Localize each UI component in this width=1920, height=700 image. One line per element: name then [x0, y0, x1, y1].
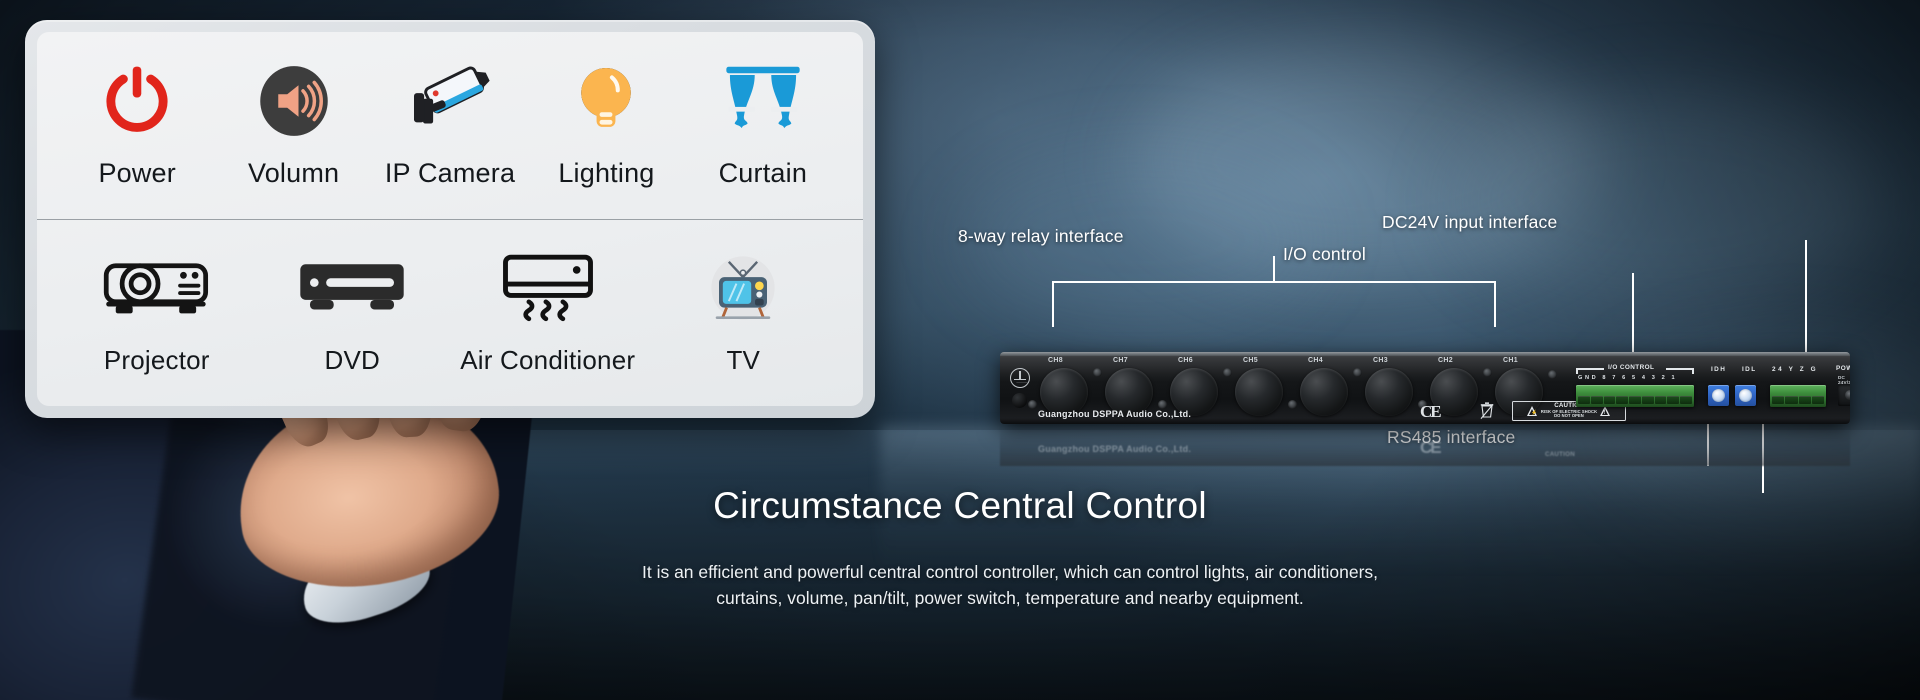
- broadcast-code-switch-idh[interactable]: [1708, 385, 1729, 406]
- ce-mark-icon: CE: [1420, 402, 1442, 421]
- ground-screw-hole: [1012, 393, 1027, 408]
- brand-text: Guangzhou DSPPA Audio Co.,Ltd.: [1038, 409, 1192, 419]
- device-front-panel: CH8 CH7 CH6 CH5 CH4 CH3 CH2 CH1 Guangzho…: [1000, 352, 1850, 424]
- control-item-label: Air Conditioner: [460, 345, 636, 376]
- callout-relay-stem: [1273, 256, 1275, 282]
- curtain-icon: [724, 62, 802, 140]
- io-pin-numbers: GND 8 7 6 5 4 3 2 1: [1578, 375, 1678, 381]
- ground-symbol-icon: [1010, 368, 1030, 388]
- control-item-label: TV: [726, 345, 761, 376]
- control-item-dvd[interactable]: DVD: [255, 249, 451, 376]
- panel-screw: [1483, 368, 1492, 377]
- page-title: Circumstance Central Control: [713, 485, 1207, 526]
- control-row-2: Projector DVD Air Conditioner TV: [37, 220, 863, 407]
- io-terminal-block[interactable]: [1576, 385, 1694, 407]
- callout-relay-bracket-right: [1494, 281, 1496, 327]
- idh-label: IDH: [1711, 366, 1727, 373]
- light-bulb-icon: [573, 62, 639, 140]
- control-item-lighting[interactable]: Lighting: [528, 62, 684, 189]
- panel-screw: [1223, 368, 1232, 377]
- terminal-pins: [1578, 396, 1693, 404]
- relay-knob[interactable]: [1365, 368, 1413, 416]
- panel-screw: [1158, 400, 1167, 409]
- channel-label: CH5: [1243, 357, 1258, 364]
- io-control-heading: I/O CONTROL: [1608, 364, 1655, 371]
- panel-screw: [1028, 400, 1037, 409]
- channel-label: CH1: [1503, 357, 1518, 364]
- page-description: It is an efficient and powerful central …: [641, 562, 1379, 608]
- callout-relay-label: 8-way relay interface: [958, 226, 1124, 246]
- device-reflection: Guangzhou DSPPA Audio Co.,Ltd. CE CAUTIO…: [1000, 426, 1850, 466]
- volume-icon: [258, 62, 330, 140]
- dc24v-power-jack[interactable]: [1838, 385, 1850, 406]
- control-item-label: Projector: [103, 345, 210, 376]
- io-bracket-left: [1576, 368, 1604, 370]
- panel-screw: [1353, 368, 1362, 377]
- caution-line-3: DO NOT OPEN: [1554, 413, 1584, 419]
- promo-banner: Power Volumn IP Camera Lighting Curtain …: [0, 0, 1920, 700]
- relay-knob[interactable]: [1235, 368, 1283, 416]
- control-item-label: DVD: [324, 345, 380, 376]
- reflected-brand-text: Guangzhou DSPPA Audio Co.,Ltd.: [1038, 444, 1192, 454]
- control-panel-grid: Power Volumn IP Camera Lighting Curtain …: [37, 32, 863, 406]
- tv-icon: [707, 249, 779, 327]
- idl-label: IDL: [1742, 366, 1757, 373]
- control-item-label: Lighting: [558, 157, 655, 188]
- power-label: POWER: [1836, 365, 1850, 372]
- io-bracket-right: [1666, 368, 1694, 370]
- panel-screw: [1288, 400, 1297, 409]
- exclamation-warning-icon: !: [1599, 406, 1610, 416]
- channel-label: CH2: [1438, 357, 1453, 364]
- control-item-air-conditioner[interactable]: Air Conditioner: [450, 249, 646, 376]
- callout-relay-bracket-top: [1052, 281, 1496, 283]
- control-panel-card: Power Volumn IP Camera Lighting Curtain …: [25, 20, 875, 418]
- control-item-label: Volumn: [247, 157, 340, 188]
- rs485-terminal-block[interactable]: [1770, 385, 1826, 407]
- channel-label: CH3: [1373, 357, 1388, 364]
- io-bracket-tick-right: [1692, 368, 1694, 374]
- control-item-curtain[interactable]: Curtain: [685, 62, 841, 189]
- control-item-ip-camera[interactable]: IP Camera: [372, 62, 528, 189]
- panel-screw: [1548, 370, 1557, 379]
- central-controller-device: CH8 CH7 CH6 CH5 CH4 CH3 CH2 CH1 Guangzho…: [1000, 352, 1850, 472]
- power-icon: [99, 62, 175, 140]
- control-item-power[interactable]: Power: [59, 62, 215, 189]
- ip-camera-icon: [409, 62, 491, 140]
- projector-icon: [102, 249, 212, 327]
- control-item-label: IP Camera: [384, 157, 516, 188]
- control-item-label: Power: [98, 157, 176, 188]
- callout-relay-bracket-left: [1052, 281, 1054, 327]
- terminal-pins: [1772, 396, 1824, 404]
- control-item-volumn[interactable]: Volumn: [215, 62, 371, 189]
- control-item-label: Curtain: [718, 157, 808, 188]
- channel-label: CH4: [1308, 357, 1323, 364]
- channel-label: CH8: [1048, 357, 1063, 364]
- dvd-player-icon: [298, 249, 406, 327]
- callout-io-stem: [1632, 273, 1634, 361]
- broadcast-code-switch-idl[interactable]: [1735, 385, 1756, 406]
- panel-screw: [1093, 368, 1102, 377]
- io-bracket-tick-left: [1576, 368, 1578, 374]
- power-spec-label: DC 24V/3A: [1838, 375, 1850, 385]
- callout-dc24v-stem: [1805, 240, 1807, 360]
- callout-io-label: I/O control: [1283, 244, 1366, 264]
- callout-dc24v-label: DC24V input interface: [1382, 212, 1558, 232]
- electric-shock-warning-icon: ⚡: [1527, 406, 1538, 416]
- relay-knob[interactable]: [1300, 368, 1348, 416]
- channel-label: CH6: [1178, 357, 1193, 364]
- control-item-projector[interactable]: Projector: [59, 249, 255, 376]
- reflected-caution-text: CAUTION: [1545, 451, 1575, 458]
- weee-bin-icon: [1480, 402, 1494, 419]
- channel-label: CH7: [1113, 357, 1128, 364]
- air-conditioner-icon: [502, 249, 594, 327]
- rs485-pin-labels: 24 Y Z G: [1772, 366, 1819, 373]
- reflected-ce-mark: CE: [1420, 438, 1440, 457]
- control-item-tv[interactable]: TV: [646, 249, 842, 376]
- control-row-1: Power Volumn IP Camera Lighting Curtain: [37, 32, 863, 220]
